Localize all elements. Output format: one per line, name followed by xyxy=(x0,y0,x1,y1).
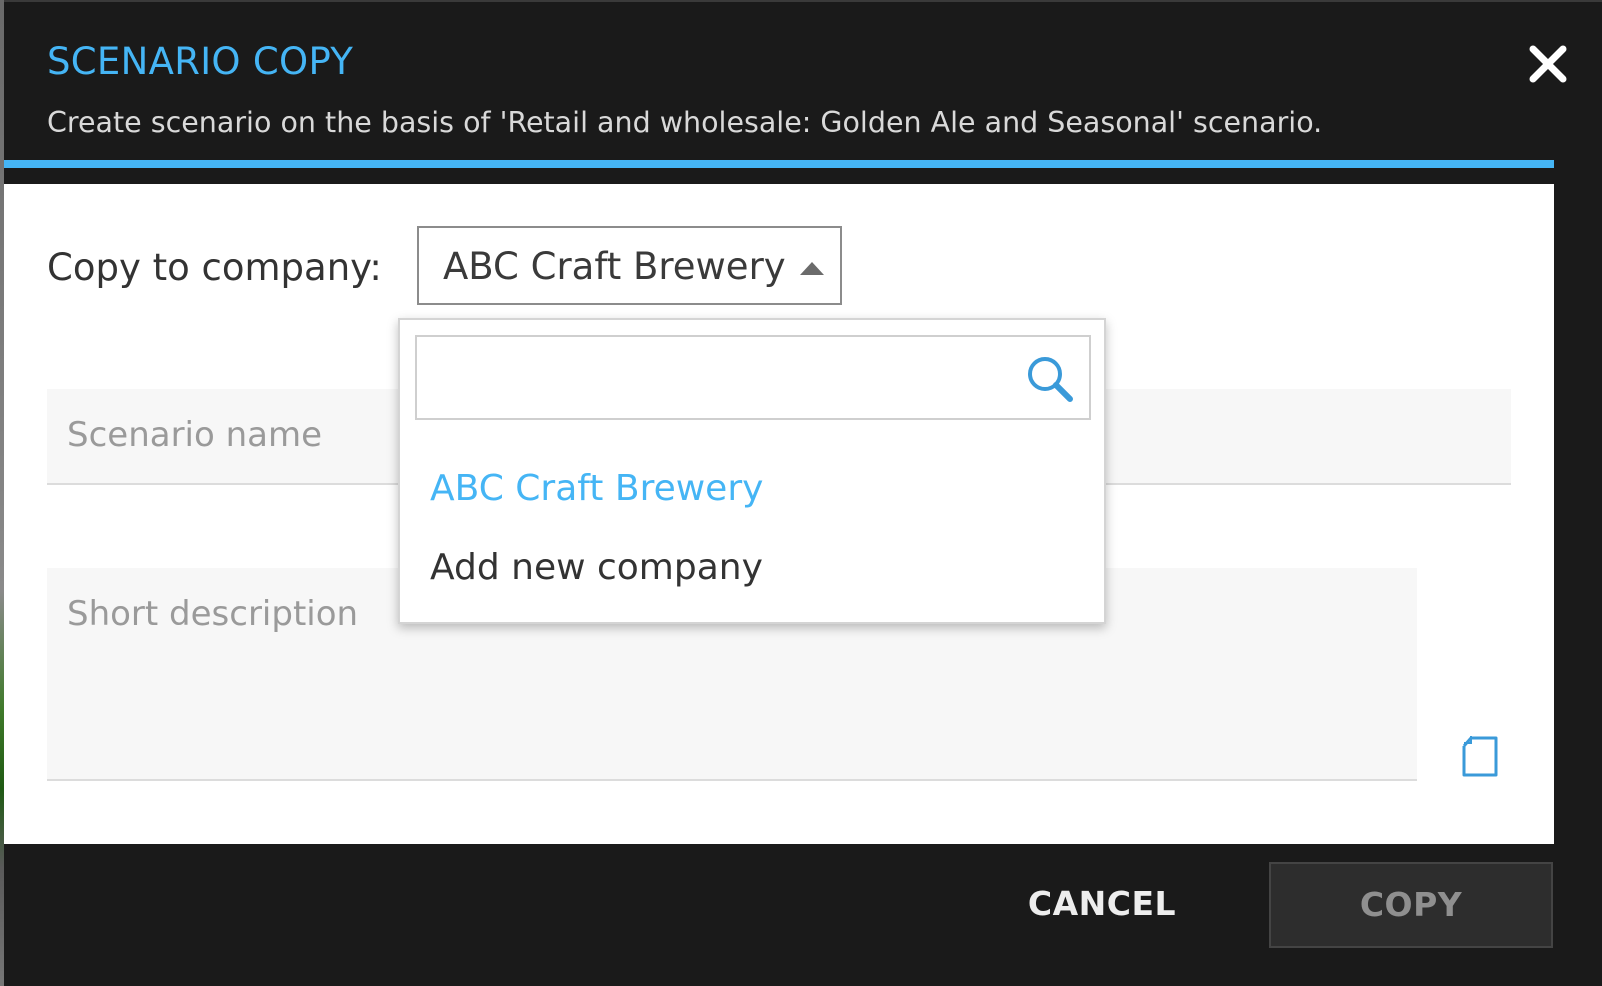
company-dropdown: ABC Craft Brewery Add new company xyxy=(398,318,1106,624)
dropdown-option-add-new-company[interactable]: Add new company xyxy=(430,547,763,588)
close-icon xyxy=(1529,45,1567,83)
scenario-copy-dialog: SCENARIO COPY Create scenario on the bas… xyxy=(4,0,1602,986)
copy-button[interactable]: COPY xyxy=(1269,862,1553,948)
dialog-header: SCENARIO COPY Create scenario on the bas… xyxy=(4,0,1602,166)
company-select[interactable]: ABC Craft Brewery xyxy=(417,226,842,305)
dialog-footer: CANCEL COPY xyxy=(4,844,1602,986)
caret-up-icon xyxy=(800,262,824,275)
dropdown-option-abc-craft-brewery[interactable]: ABC Craft Brewery xyxy=(430,468,763,509)
cancel-button[interactable]: CANCEL xyxy=(1006,884,1198,926)
expand-editor-button[interactable] xyxy=(1458,732,1502,780)
short-description-placeholder: Short description xyxy=(67,594,359,634)
close-button[interactable] xyxy=(1526,42,1570,86)
dropdown-search-input[interactable] xyxy=(427,347,1011,409)
dialog-title: SCENARIO COPY xyxy=(47,40,354,83)
company-select-value: ABC Craft Brewery xyxy=(443,245,786,288)
dropdown-search-box[interactable] xyxy=(415,335,1091,420)
scenario-name-placeholder: Scenario name xyxy=(67,415,323,455)
dialog-subtitle: Create scenario on the basis of 'Retail … xyxy=(47,106,1323,139)
expand-editor-icon xyxy=(1462,736,1498,777)
company-label: Copy to company: xyxy=(47,246,382,289)
search-icon[interactable] xyxy=(1025,354,1077,406)
header-accent-bar xyxy=(4,160,1554,168)
